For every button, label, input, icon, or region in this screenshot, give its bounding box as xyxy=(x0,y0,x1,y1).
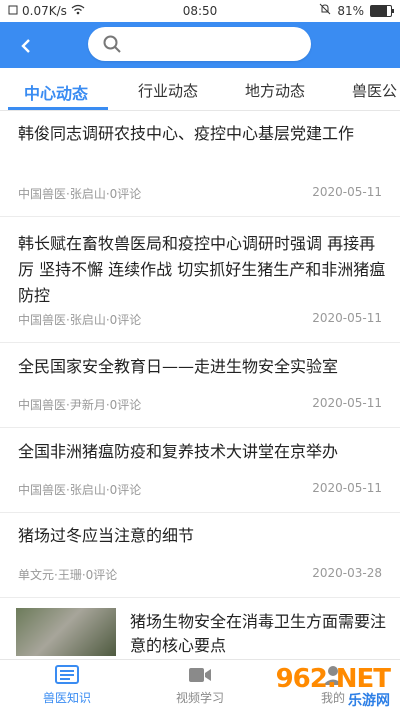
news-title: 全国非洲猪瘟防疫和复养技术大讲堂在京举办 xyxy=(18,442,339,461)
news-title: 猪场生物安全在消毒卫生方面需要注意的核心要点 xyxy=(130,612,387,655)
tab-center-news[interactable]: 中心动态 xyxy=(24,80,88,104)
news-meta: 中国兽医·张启山·0评论 xyxy=(18,187,142,201)
book-icon xyxy=(55,665,79,684)
watermark-subtitle: 乐游网 xyxy=(348,693,390,709)
news-title: 猪场过冬应当注意的细节 xyxy=(18,526,195,545)
nav-video-learning[interactable]: 视频学习 xyxy=(150,664,250,706)
battery-percent: 81% xyxy=(337,3,364,18)
search-icon xyxy=(103,35,121,53)
category-tabs: 中心动态 行业动态 地方动态 兽医公 xyxy=(0,68,400,111)
divider xyxy=(0,597,400,598)
mute-bell-icon xyxy=(319,3,331,18)
nav-vet-knowledge[interactable]: 兽医知识 xyxy=(17,664,117,706)
divider xyxy=(0,427,400,428)
site-watermark-logo: 962.NET 乐游网 xyxy=(260,662,396,709)
top-bar xyxy=(0,22,400,68)
news-date: 2020-03-28 xyxy=(312,566,382,580)
status-bar: 0.07K/s 08:50 81% xyxy=(0,0,400,22)
nav-label: 视频学习 xyxy=(175,691,224,705)
news-title: 韩俊同志调研农技中心、疫控中心基层党建工作 xyxy=(18,124,355,143)
news-date: 2020-05-11 xyxy=(312,311,382,325)
news-meta: 中国兽医·张启山·0评论 xyxy=(18,483,142,497)
tab-industry-news[interactable]: 行业动态 xyxy=(138,80,198,101)
battery-icon xyxy=(370,4,394,17)
news-meta: 中国兽医·张启山·0评论 xyxy=(18,313,142,327)
video-icon xyxy=(189,668,211,682)
nav-label: 兽医知识 xyxy=(42,691,91,705)
active-tab-indicator xyxy=(8,107,108,110)
chevron-left-icon xyxy=(21,39,30,53)
news-date: 2020-05-11 xyxy=(312,185,382,199)
status-right: 81% xyxy=(319,3,394,18)
news-title: 全民国家安全教育日——走进生物安全实验室 xyxy=(18,357,339,376)
back-button[interactable] xyxy=(12,32,40,60)
divider xyxy=(0,342,400,343)
news-title: 韩长赋在畜牧兽医局和疫控中心调研时强调 再接再厉 坚持不懈 连续作战 切实抓好生… xyxy=(18,234,386,305)
news-date: 2020-05-11 xyxy=(312,396,382,410)
search-bar[interactable] xyxy=(88,27,311,61)
news-meta: 中国兽医·尹新月·0评论 xyxy=(18,398,142,412)
news-thumbnail[interactable] xyxy=(16,608,116,656)
divider xyxy=(0,216,400,217)
news-date: 2020-05-11 xyxy=(312,481,382,495)
news-meta: 单文元·王珊·0评论 xyxy=(18,568,118,582)
tab-local-news[interactable]: 地方动态 xyxy=(245,80,305,101)
tab-vet-notice[interactable]: 兽医公 xyxy=(352,80,397,101)
search-input[interactable] xyxy=(130,33,304,57)
divider xyxy=(0,512,400,513)
